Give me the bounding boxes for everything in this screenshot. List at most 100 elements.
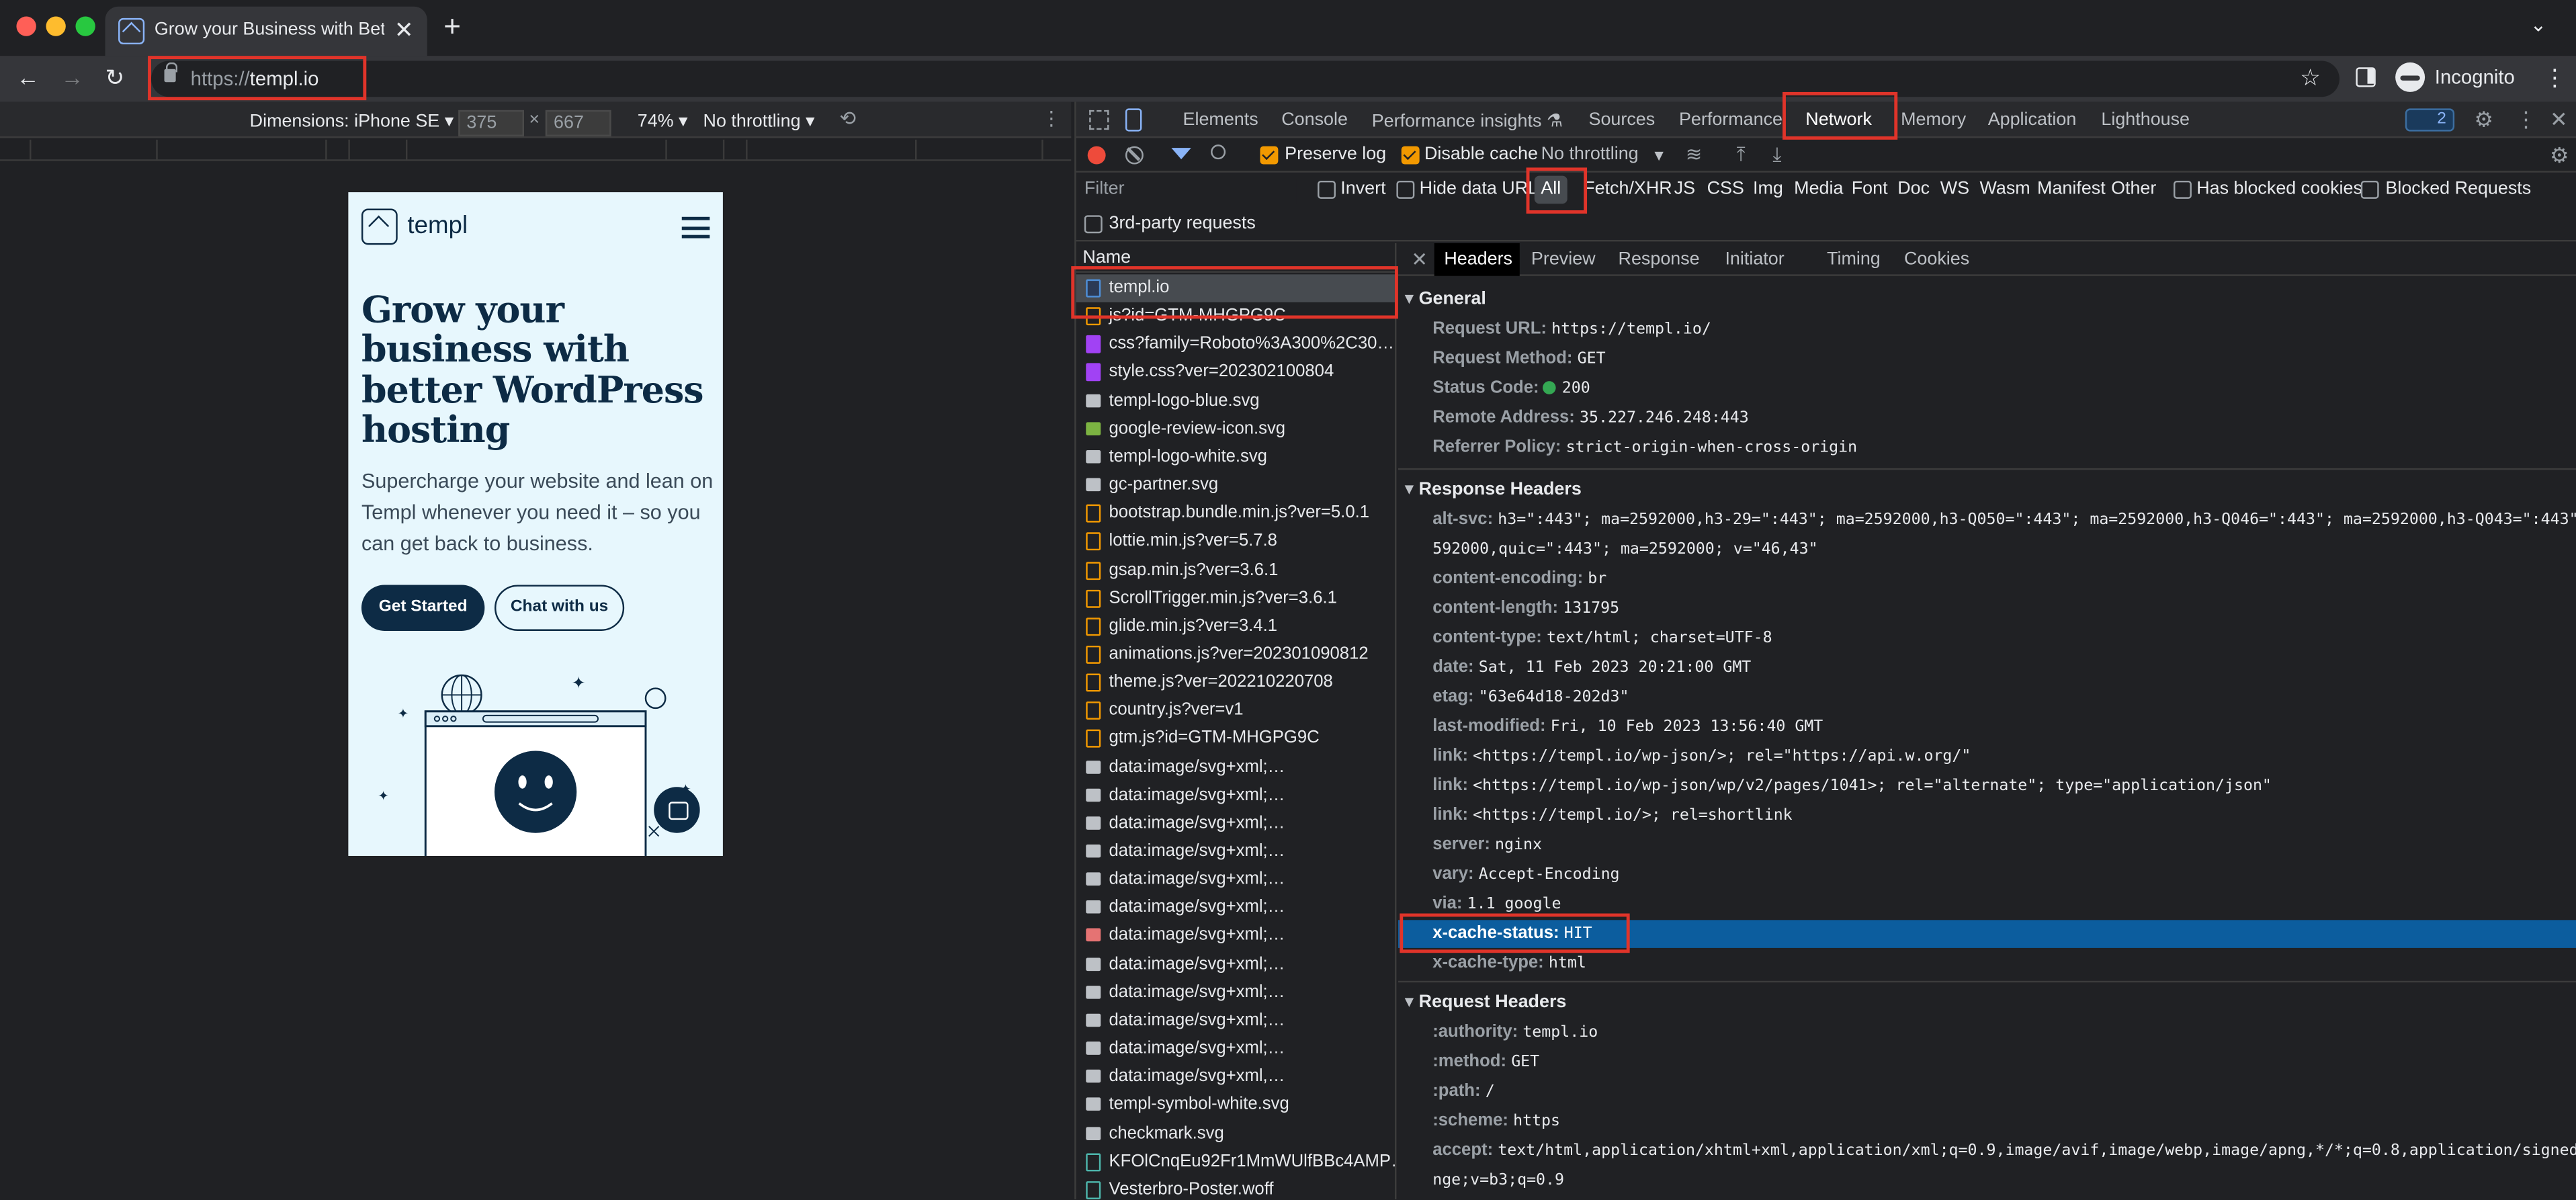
request-row[interactable]: templ-logo-blue.svg xyxy=(1076,387,1395,415)
request-row[interactable]: templ-logo-white.svg xyxy=(1076,443,1395,472)
tab-sources[interactable]: Sources xyxy=(1589,110,1656,130)
tab-performance-insights[interactable]: Performance insights ⚗ xyxy=(1372,110,1563,131)
profile-label[interactable]: Incognito xyxy=(2435,66,2515,89)
devtools-more-icon[interactable]: ⋮ xyxy=(2516,107,2537,133)
brand-name[interactable]: templ xyxy=(407,212,468,240)
tab-timing[interactable]: Timing xyxy=(1827,250,1881,269)
tab-initiator[interactable]: Initiator xyxy=(1725,250,1784,269)
chat-with-us-button[interactable]: Chat with us xyxy=(495,585,625,631)
filter-type-css[interactable]: CSS xyxy=(1707,179,1744,199)
filter-type-fetch-xhr[interactable]: Fetch/XHR xyxy=(1584,179,1672,199)
hide-data-urls-checkbox[interactable] xyxy=(1396,180,1415,199)
browser-menu-icon[interactable]: ⋮ xyxy=(2543,64,2566,92)
request-row[interactable]: data:image/svg+xml;… xyxy=(1076,923,1395,951)
browser-tab[interactable]: Grow your Business with Better ✕ xyxy=(105,6,427,56)
tab-memory[interactable]: Memory xyxy=(1901,110,1966,130)
request-row[interactable]: google-review-icon.svg xyxy=(1076,415,1395,443)
tab-headers[interactable]: Headers xyxy=(1444,250,1512,269)
forward-arrow-icon[interactable]: → xyxy=(60,64,83,90)
request-row[interactable]: data:image/svg+xml;… xyxy=(1076,979,1395,1007)
filter-type-doc[interactable]: Doc xyxy=(1897,179,1930,199)
request-row[interactable]: gsap.min.js?ver=3.6.1 xyxy=(1076,556,1395,585)
search-icon[interactable] xyxy=(1211,144,1226,160)
request-row[interactable]: data:image/svg+xml;… xyxy=(1076,781,1395,810)
bookmark-star-icon[interactable]: ☆ xyxy=(2300,64,2321,92)
close-details-icon[interactable]: ✕ xyxy=(1411,248,1428,271)
devtools-close-icon[interactable]: ✕ xyxy=(2550,107,2568,133)
network-throttling-dropdown[interactable]: No throttling xyxy=(1541,144,1639,164)
filter-type-manifest[interactable]: Manifest xyxy=(2037,179,2106,199)
new-tab-icon[interactable]: + xyxy=(443,10,461,44)
tab-close-icon[interactable]: ✕ xyxy=(394,16,414,44)
hamburger-menu-icon[interactable] xyxy=(681,216,710,239)
height-input[interactable]: 667 xyxy=(545,110,611,136)
request-headers-section-header[interactable]: Request Headers xyxy=(1405,990,1567,1012)
filter-funnel-icon[interactable] xyxy=(1171,148,1191,160)
request-row[interactable]: data:image/svg+xml;… xyxy=(1076,951,1395,979)
import-har-icon[interactable]: ⤒ xyxy=(1737,143,1746,168)
request-row[interactable]: style.css?ver=202302100804 xyxy=(1076,359,1395,387)
request-row[interactable]: animations.js?ver=202301090812 xyxy=(1076,640,1395,669)
request-row[interactable]: theme.js?ver=202210220708 xyxy=(1076,669,1395,697)
request-row[interactable]: Vesterbro-Poster.woff xyxy=(1076,1176,1395,1199)
request-row[interactable]: ScrollTrigger.min.js?ver=3.6.1 xyxy=(1076,585,1395,613)
device-more-icon[interactable]: ⋮ xyxy=(1041,107,1061,130)
preserve-log-checkbox[interactable] xyxy=(1260,146,1279,165)
request-row[interactable]: css?family=Roboto%3A300%2C30… xyxy=(1076,331,1395,359)
dimensions-dropdown[interactable]: Dimensions: iPhone SE ▾ xyxy=(250,110,454,131)
tab-performance[interactable]: Performance xyxy=(1679,110,1783,130)
request-row[interactable]: bootstrap.bundle.min.js?ver=5.0.1 xyxy=(1076,500,1395,528)
request-row[interactable]: data:image/svg+xml,… xyxy=(1076,1064,1395,1092)
filter-type-img[interactable]: Img xyxy=(1753,179,1783,199)
request-row[interactable]: data:image/svg+xml;… xyxy=(1076,1035,1395,1064)
request-row[interactable]: KFOlCnqEu92Fr1MmWUlfBBc4AMP… xyxy=(1076,1148,1395,1176)
filter-input[interactable]: Filter xyxy=(1079,179,1297,204)
back-arrow-icon[interactable]: ← xyxy=(16,64,39,90)
tab-console[interactable]: Console xyxy=(1281,110,1348,130)
network-conditions-icon[interactable]: ≋ xyxy=(1686,143,1703,166)
issues-badge[interactable]: 2 xyxy=(2405,108,2455,132)
tab-search-chevron-icon[interactable]: ⌄ xyxy=(2530,13,2547,36)
request-row[interactable]: data:image/svg+xml;… xyxy=(1076,838,1395,866)
request-row[interactable]: gc-partner.svg xyxy=(1076,472,1395,500)
minimize-window-button[interactable] xyxy=(46,16,66,36)
reload-icon[interactable]: ↻ xyxy=(105,64,124,92)
request-row[interactable]: lottie.min.js?ver=5.7.8 xyxy=(1076,528,1395,556)
throttling-chevron-icon[interactable]: ▾ xyxy=(1654,144,1664,166)
disable-cache-checkbox[interactable] xyxy=(1401,146,1420,165)
address-bar[interactable]: https://templ.io xyxy=(151,60,2339,97)
request-row[interactable]: data:image/svg+xml;… xyxy=(1076,866,1395,894)
tab-elements[interactable]: Elements xyxy=(1183,110,1258,130)
invert-checkbox[interactable] xyxy=(1318,180,1336,199)
request-row[interactable]: checkmark.svg xyxy=(1076,1119,1395,1148)
clear-icon[interactable] xyxy=(1125,146,1144,165)
zoom-dropdown[interactable]: 74% ▾ xyxy=(638,110,688,131)
close-window-button[interactable] xyxy=(16,16,36,36)
templ-logo-icon[interactable] xyxy=(361,208,398,245)
maximize-window-button[interactable] xyxy=(75,16,95,36)
filter-type-js[interactable]: JS xyxy=(1674,179,1695,199)
request-row[interactable]: data:image/svg+xml;… xyxy=(1076,1007,1395,1035)
tab-lighthouse[interactable]: Lighthouse xyxy=(2101,110,2190,130)
record-icon[interactable] xyxy=(1087,146,1106,165)
tab-response[interactable]: Response xyxy=(1619,250,1700,269)
throttling-dropdown[interactable]: No throttling ▾ xyxy=(703,110,815,131)
export-har-icon[interactable]: ⤓ xyxy=(1772,143,1781,168)
device-toggle-icon[interactable] xyxy=(1125,108,1142,132)
has-blocked-cookies-checkbox[interactable] xyxy=(2173,180,2192,199)
request-row[interactable]: country.js?ver=v1 xyxy=(1076,697,1395,725)
tab-application[interactable]: Application xyxy=(1988,110,2077,130)
tab-cookies[interactable]: Cookies xyxy=(1904,250,1969,269)
response-headers-section-header[interactable]: Response Headers xyxy=(1405,478,1582,499)
side-panel-icon[interactable] xyxy=(2356,67,2376,87)
network-settings-icon[interactable]: ⚙ xyxy=(2550,143,2569,169)
request-row[interactable]: data:image/svg+xml;… xyxy=(1076,810,1395,838)
blocked-requests-checkbox[interactable] xyxy=(2360,180,2379,199)
chat-bubble-icon[interactable] xyxy=(654,787,700,833)
filter-type-font[interactable]: Font xyxy=(1852,179,1888,199)
inspect-element-icon[interactable] xyxy=(1089,110,1109,130)
filter-type-ws[interactable]: WS xyxy=(1940,179,1969,199)
request-row[interactable]: templ-symbol-white.svg xyxy=(1076,1091,1395,1119)
request-row[interactable]: gtm.js?id=GTM-MHGPG9C xyxy=(1076,725,1395,753)
request-row[interactable]: glide.min.js?ver=3.4.1 xyxy=(1076,613,1395,641)
